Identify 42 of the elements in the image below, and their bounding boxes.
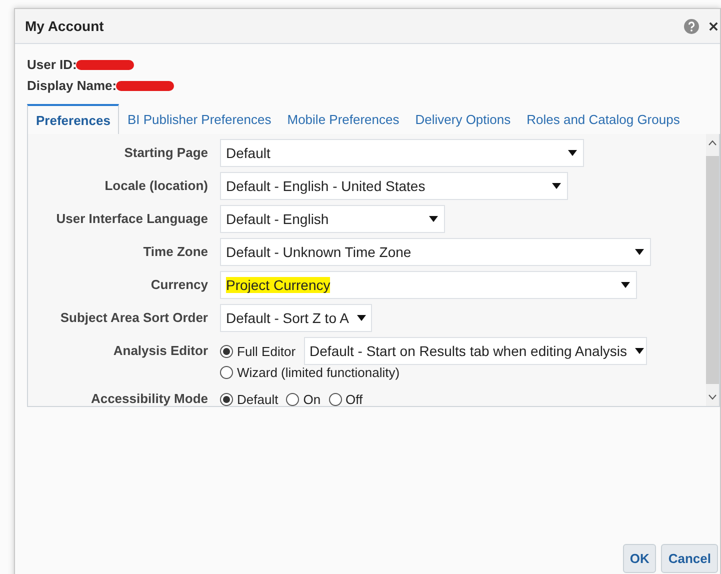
- dropdown-caret-icon: [356, 315, 366, 321]
- field-label: User Interface Language: [55, 210, 208, 228]
- radio-button[interactable]: [286, 392, 300, 406]
- window-title: My Account: [25, 18, 105, 34]
- dropdown[interactable]: Default - Sort Z to A: [220, 304, 372, 332]
- field-label: Currency: [150, 276, 208, 294]
- radio-button[interactable]: [220, 344, 233, 358]
- field-label: Locale (location): [104, 177, 208, 195]
- dropdown-caret-icon: [635, 348, 644, 354]
- dropdown[interactable]: Default - Start on Results tab when editing Analysis: [304, 337, 647, 365]
- field-label: Subject Area Sort Order: [59, 309, 208, 327]
- redaction-mark: [114, 80, 175, 92]
- radio-label: Default: [237, 392, 278, 406]
- dropdown-caret-icon: [568, 150, 577, 156]
- radio-button[interactable]: [220, 392, 233, 406]
- dropdown[interactable]: Default - English - United States: [220, 172, 568, 200]
- dialog-button[interactable]: OK: [622, 544, 656, 573]
- close-icon[interactable]: [709, 22, 718, 30]
- radio-label: Off: [346, 392, 363, 406]
- dropdown-caret-icon: [429, 216, 438, 222]
- radio-label: Wizard (limited functionality): [237, 365, 400, 380]
- radio-label: Full Editor: [237, 344, 296, 358]
- dropdown[interactable]: Default: [220, 139, 584, 167]
- field-label: Analysis Editor: [112, 342, 208, 360]
- dropdown-caret-icon: [621, 282, 630, 288]
- field-label: Time Zone: [142, 243, 208, 261]
- radio-button[interactable]: [328, 392, 342, 406]
- tab[interactable]: Preferences: [27, 104, 120, 135]
- dropdown-caret-icon: [552, 183, 561, 189]
- help-icon[interactable]: [684, 18, 699, 34]
- redaction-mark: [74, 58, 135, 70]
- identity-label: User ID:: [27, 57, 77, 72]
- scrollbar[interactable]: [706, 134, 719, 406]
- radio-label: On: [303, 392, 321, 406]
- radio-button[interactable]: [220, 366, 233, 379]
- field-label: Accessibility Mode: [90, 390, 208, 408]
- dropdown-caret-icon: [635, 249, 644, 255]
- dropdown[interactable]: Default - Unknown Time Zone: [220, 238, 651, 266]
- identity-label: Display Name:: [27, 78, 117, 93]
- dialog-button[interactable]: Cancel: [661, 544, 718, 573]
- field-label: Starting Page: [123, 144, 208, 162]
- dropdown[interactable]: Default - English: [220, 205, 445, 233]
